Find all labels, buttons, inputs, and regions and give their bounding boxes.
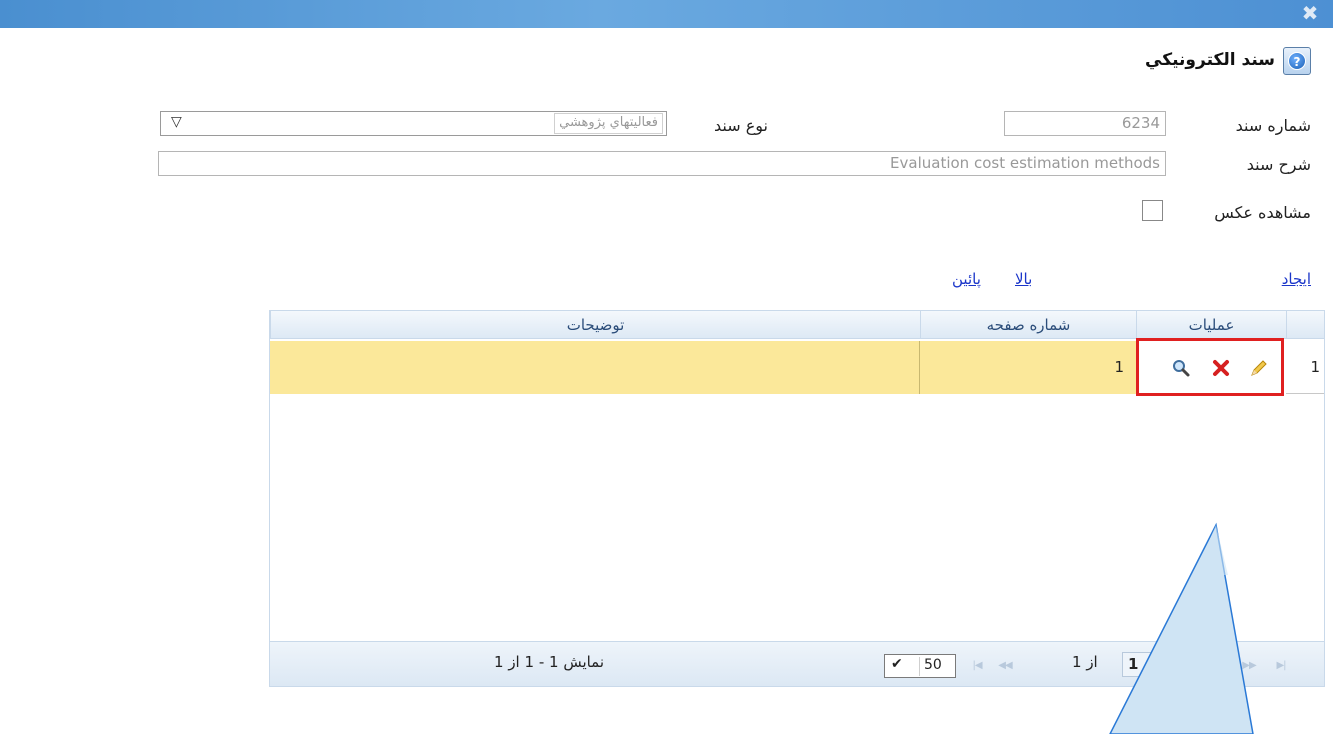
view-image-label: مشاهده عکس (1214, 203, 1311, 222)
chevron-down-icon: ✔ (891, 656, 903, 672)
doc-desc-label: شرح سند (1246, 155, 1311, 174)
pager-info: نمايش 1 - 1 از 1 (494, 653, 605, 671)
help-icon[interactable]: ? (1283, 47, 1311, 75)
page-size-select[interactable]: ✔ 50 (884, 654, 956, 678)
up-link[interactable]: بالا (1015, 270, 1032, 288)
column-header-description[interactable]: توضيحات (270, 311, 920, 339)
first-page-button[interactable]: |◀ (966, 657, 988, 675)
row-page-number: 1 (920, 341, 1136, 394)
column-header-page-number[interactable]: شماره صفحه (920, 311, 1136, 339)
grid-header: توضيحات شماره صفحه عمليات (270, 311, 1324, 339)
doc-number-label: شماره سند (1235, 116, 1311, 135)
page-title: سند الکترونيکي (1145, 50, 1275, 70)
row-description (270, 341, 920, 394)
window-titlebar: ✖ (0, 0, 1333, 28)
next-page-button[interactable]: ▶▶ (1238, 657, 1260, 675)
column-header-index (1286, 311, 1324, 339)
prev-page-button[interactable]: ◀◀ (994, 657, 1016, 675)
doc-type-value: فعاليتهاي پژوهشي (554, 113, 663, 134)
row-index: 1 (1310, 358, 1320, 376)
create-link[interactable]: ايجاد (1282, 270, 1311, 288)
doc-number-field[interactable]: 6234 (1004, 111, 1166, 136)
column-header-operations[interactable]: عمليات (1136, 311, 1286, 339)
doc-desc-field[interactable]: Evaluation cost estimation methods (158, 151, 1166, 176)
last-page-button[interactable]: ▶| (1270, 657, 1292, 675)
close-icon[interactable]: ✖ (1301, 3, 1319, 23)
documents-grid: توضيحات شماره صفحه عمليات 1 1 نمايش 1 - … (269, 310, 1325, 687)
current-page-input[interactable]: 1 (1122, 652, 1180, 677)
doc-type-label: نوع سند (714, 116, 768, 135)
view-image-checkbox[interactable] (1142, 200, 1163, 221)
page-count-label: از 1 (1072, 653, 1098, 671)
page-size-value: 50 (919, 657, 953, 676)
highlight-box (1136, 338, 1284, 396)
doc-type-select[interactable]: ▽ فعاليتهاي پژوهشي (160, 111, 667, 136)
chevron-down-icon: ▽ (171, 114, 182, 130)
down-link[interactable]: پائين (952, 270, 981, 288)
grid-pager: نمايش 1 - 1 از 1 ✔ 50 |◀ ◀◀ از 1 1 ▶▶ ▶| (270, 641, 1324, 686)
